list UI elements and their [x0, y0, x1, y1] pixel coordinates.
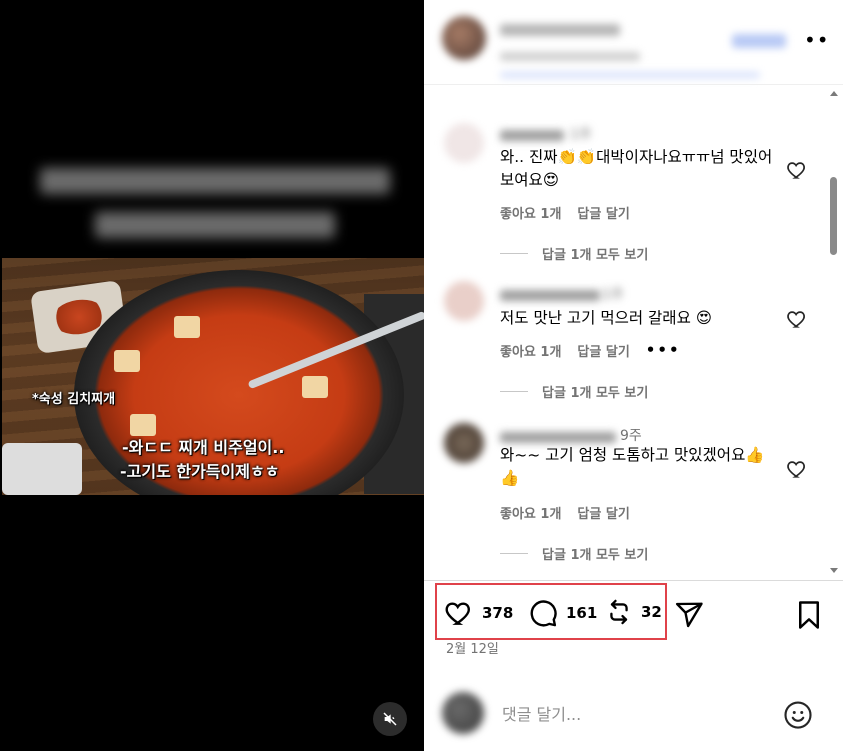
speaker-muted-icon	[383, 712, 397, 726]
author-subtitle-blurred	[500, 52, 640, 61]
divider	[424, 580, 843, 581]
mute-button[interactable]	[373, 702, 407, 736]
comment-time: 1주	[602, 287, 624, 303]
comment-time: 1주	[570, 127, 592, 143]
video-subtitle-line2: -고기도 한가득이제ㅎㅎ	[120, 462, 280, 481]
comment-username-blurred[interactable]	[500, 432, 616, 443]
author-username-blurred[interactable]	[500, 24, 620, 36]
comment-avatar[interactable]	[444, 123, 484, 163]
video-subtitle-line1: -와ㄷㄷ 찌개 비주얼이..	[122, 438, 285, 457]
comment-username-blurred[interactable]	[500, 290, 600, 301]
repost-count: 32	[641, 603, 662, 621]
view-replies-button[interactable]: 답글 1개 모두 보기	[500, 382, 648, 401]
comment-text: 와~~ 고기 엄청 도톰하고 맛있겠어요👍👍	[500, 446, 765, 487]
comments-scrollbar[interactable]	[824, 85, 843, 579]
comment-like-count[interactable]: 좋아요 1개	[500, 503, 561, 522]
view-replies-label: 답글 1개 모두 보기	[542, 248, 649, 263]
comment-avatar[interactable]	[444, 423, 484, 463]
comment-actions: 좋아요 1개 답글 달기	[500, 203, 630, 222]
view-replies-button[interactable]: 답글 1개 모두 보기	[500, 544, 648, 563]
scroll-down-arrow-icon[interactable]	[830, 568, 838, 573]
comments-list[interactable]: 1주 와.. 진짜👏👏대박이자나요ㅠㅠ넘 맛있어보여요😍 좋아요 1개 답글 달…	[424, 85, 843, 579]
video-player[interactable]: *숙성 김치찌개 -와ㄷㄷ 찌개 비주얼이.. -고기도 한가득이제ㅎㅎ	[0, 0, 424, 751]
more-horizontal-icon[interactable]: ••	[804, 28, 830, 52]
heart-icon[interactable]	[786, 458, 808, 480]
like-count: 378	[482, 604, 514, 622]
comment-actions: 좋아요 1개 답글 달기	[500, 503, 630, 522]
video-subtitle-small: *숙성 김치찌개	[32, 392, 116, 407]
comment-bubble-icon	[530, 600, 557, 627]
comment-reply-button[interactable]: 답글 달기	[577, 341, 629, 360]
repost-icon	[610, 599, 628, 625]
view-replies-button[interactable]: 답글 1개 모두 보기	[500, 244, 648, 263]
current-user-avatar	[442, 692, 484, 734]
comment-like-count[interactable]: 좋아요 1개	[500, 203, 561, 222]
bookmark-icon	[799, 601, 819, 629]
follow-button-blurred[interactable]	[732, 34, 786, 48]
like-button[interactable]: 378	[444, 598, 513, 628]
smiley-icon	[784, 701, 812, 729]
comment-text: 와.. 진짜👏👏대박이자나요ㅠㅠ넘 맛있어보여요😍	[500, 148, 773, 189]
comment-actions: 좋아요 1개 답글 달기 •••	[500, 341, 681, 360]
share-button[interactable]	[674, 600, 704, 634]
comment-button[interactable]: 161	[528, 598, 597, 628]
comment-username-blurred[interactable]	[500, 130, 564, 141]
comment-reply-button[interactable]: 답글 달기	[577, 203, 629, 222]
view-replies-label: 답글 1개 모두 보기	[542, 386, 649, 401]
repost-button[interactable]: 32	[605, 598, 662, 626]
comment-more-options[interactable]: •••	[646, 341, 681, 360]
scroll-up-arrow-icon[interactable]	[830, 91, 838, 96]
comment-time: 9주	[620, 428, 642, 444]
comment-avatar[interactable]	[444, 281, 484, 321]
add-comment-input[interactable]	[502, 700, 762, 728]
heart-icon	[445, 602, 470, 625]
heart-icon[interactable]	[786, 308, 808, 330]
post-date[interactable]: 2월 12일	[446, 638, 499, 657]
comment-text: 저도 맛난 고기 먹으러 갈래요 😍	[500, 309, 712, 327]
comment-like-count[interactable]: 좋아요 1개	[500, 341, 561, 360]
view-replies-label: 답글 1개 모두 보기	[542, 548, 649, 563]
comment-reply-button[interactable]: 답글 달기	[577, 503, 629, 522]
divider	[424, 668, 843, 669]
header-caption-blurred	[500, 72, 760, 78]
post-panel: •• 1주 와.. 진짜👏👏대박이자나요ㅠㅠ넘 맛있어보여요😍 좋아요 1개 답…	[424, 0, 843, 751]
comment-count: 161	[566, 604, 598, 622]
heart-icon[interactable]	[786, 159, 808, 181]
send-icon	[675, 602, 703, 628]
author-avatar[interactable]	[442, 16, 486, 60]
save-button[interactable]	[796, 600, 822, 634]
emoji-button[interactable]	[783, 700, 813, 734]
blurred-video-caption	[40, 160, 390, 250]
scrollbar-thumb[interactable]	[830, 177, 837, 255]
post-header: ••	[424, 0, 843, 84]
